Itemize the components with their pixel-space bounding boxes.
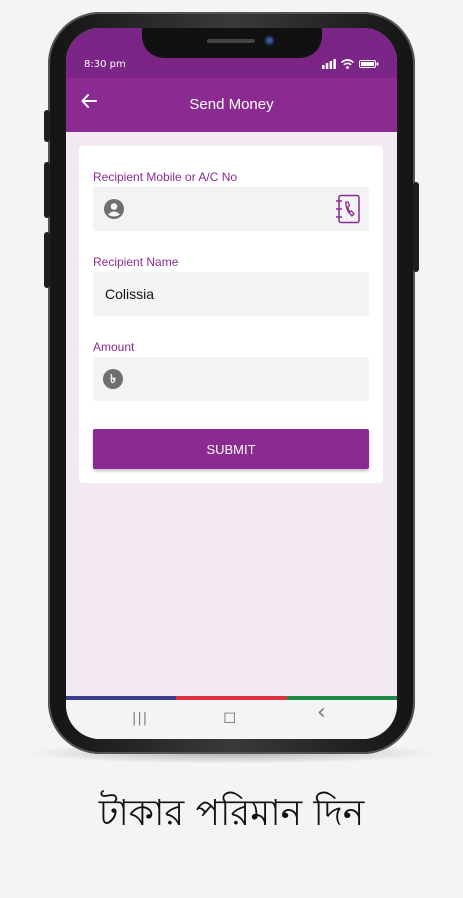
- caption-text: টাকার পরিমান দিন: [98, 793, 365, 834]
- amount-field[interactable]: ৳: [93, 357, 369, 401]
- home-icon[interactable]: ◻: [223, 708, 236, 726]
- contact-book-icon[interactable]: [335, 194, 361, 224]
- recipient-mobile-field[interactable]: [93, 187, 369, 231]
- recipient-mobile-label: Recipient Mobile or A/C No: [93, 170, 238, 184]
- person-icon: [104, 199, 124, 219]
- side-button-volume-up: [44, 162, 50, 218]
- wifi-icon: [341, 59, 354, 69]
- phone-notch: [142, 28, 322, 58]
- app-bar: Send Money: [66, 78, 397, 132]
- side-button-power: [413, 182, 419, 272]
- recipient-name-field[interactable]: Colissia: [93, 272, 369, 316]
- send-money-form: Recipient Mobile or A/C No Recipient Nam…: [79, 146, 383, 483]
- taka-icon: ৳: [103, 369, 123, 389]
- recipient-name-value[interactable]: Colissia: [105, 286, 154, 302]
- system-nav-bar: ||| ◻ ‹: [66, 700, 397, 739]
- status-icons: [322, 59, 379, 69]
- amount-label: Amount: [93, 340, 135, 354]
- side-button-mute: [44, 110, 50, 142]
- recipient-name-label: Recipient Name: [93, 255, 179, 269]
- side-button-volume-down: [44, 232, 50, 288]
- signal-icon: [322, 59, 336, 69]
- front-camera: [264, 35, 275, 46]
- phone-screen: 8:30 pm Send Money Recipient Mobile or A…: [66, 28, 397, 739]
- battery-icon: [359, 60, 379, 68]
- back-nav-icon[interactable]: ‹: [317, 702, 326, 724]
- earpiece-speaker: [207, 39, 255, 43]
- page-title: Send Money: [189, 96, 274, 113]
- recents-icon[interactable]: |||: [132, 710, 148, 728]
- submit-button[interactable]: SUBMIT: [93, 429, 369, 469]
- status-time: 8:30 pm: [84, 59, 126, 70]
